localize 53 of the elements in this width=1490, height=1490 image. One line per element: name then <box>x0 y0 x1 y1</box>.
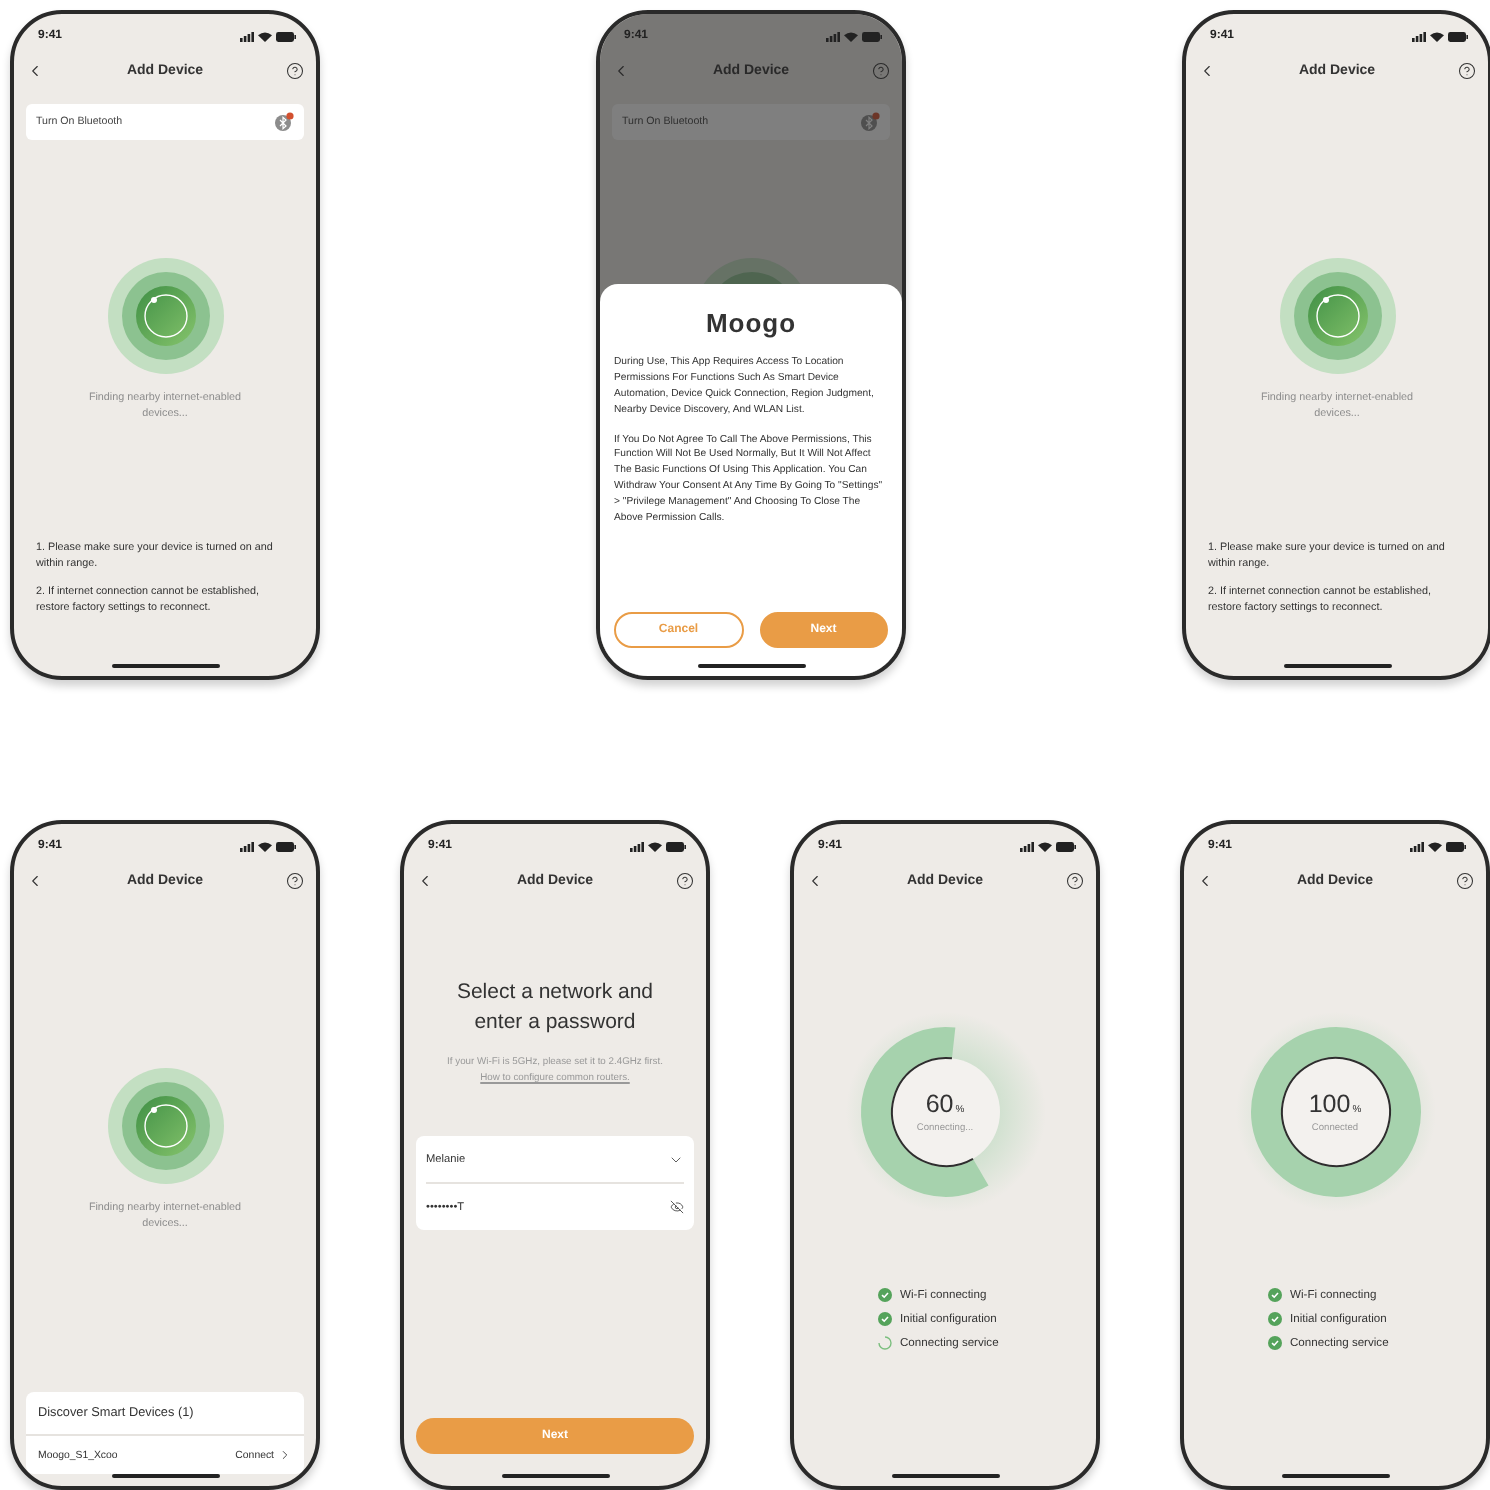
chevron-right-icon <box>278 1448 292 1462</box>
home-indicator <box>111 1474 219 1478</box>
back-icon[interactable] <box>416 871 434 889</box>
back-icon[interactable] <box>26 61 44 79</box>
percent-value: 60 <box>925 1090 954 1118</box>
wifi-icon <box>1428 841 1442 851</box>
signal-icon <box>240 841 254 851</box>
battery-icon <box>276 31 296 41</box>
battery-icon <box>666 841 686 851</box>
wifi-icon <box>648 841 662 851</box>
bluetooth-icon[interactable] <box>860 112 880 132</box>
battery-icon <box>276 841 296 851</box>
signal-icon <box>1412 31 1426 41</box>
help-icon[interactable] <box>676 871 694 889</box>
home-indicator <box>1281 1474 1389 1478</box>
help-icon[interactable] <box>1456 871 1474 889</box>
help-icon[interactable] <box>1066 871 1084 889</box>
progress-dial <box>1280 1057 1390 1167</box>
brand-logo: Moogo <box>705 308 797 338</box>
wifi-icon <box>258 841 272 851</box>
signal-icon <box>630 841 644 851</box>
back-icon[interactable] <box>806 871 824 889</box>
signal-icon <box>1020 841 1034 851</box>
help-icon[interactable] <box>1458 61 1476 79</box>
radar-drawing <box>105 256 225 376</box>
bluetooth-icon[interactable] <box>274 112 294 132</box>
signal-icon <box>1410 841 1424 851</box>
back-icon[interactable] <box>1198 61 1216 79</box>
back-icon[interactable] <box>1196 871 1214 889</box>
wifi-icon <box>1038 841 1052 851</box>
back-icon[interactable] <box>26 871 44 889</box>
wifi-icon <box>1430 31 1444 41</box>
progress-dial <box>890 1057 1000 1167</box>
home-indicator <box>1283 664 1391 668</box>
help-icon[interactable] <box>286 871 304 889</box>
eye-off-icon[interactable] <box>670 1200 684 1215</box>
home-indicator <box>697 664 805 668</box>
help-icon[interactable] <box>286 61 304 79</box>
battery-icon <box>1056 841 1076 851</box>
signal-icon <box>826 31 840 41</box>
battery-icon <box>1448 31 1468 41</box>
battery-icon <box>862 31 882 41</box>
network-heading: Select a network and enter a password <box>454 978 656 1037</box>
home-indicator <box>501 1474 609 1478</box>
radar-drawing <box>105 1066 225 1186</box>
percent-value: 100 <box>1308 1090 1351 1118</box>
home-indicator <box>891 1474 999 1478</box>
wifi-icon <box>258 31 272 41</box>
signal-icon <box>240 31 254 41</box>
battery-icon <box>1446 841 1466 851</box>
wifi-icon <box>844 31 858 41</box>
radar-drawing <box>1277 256 1397 376</box>
home-indicator <box>111 664 219 668</box>
